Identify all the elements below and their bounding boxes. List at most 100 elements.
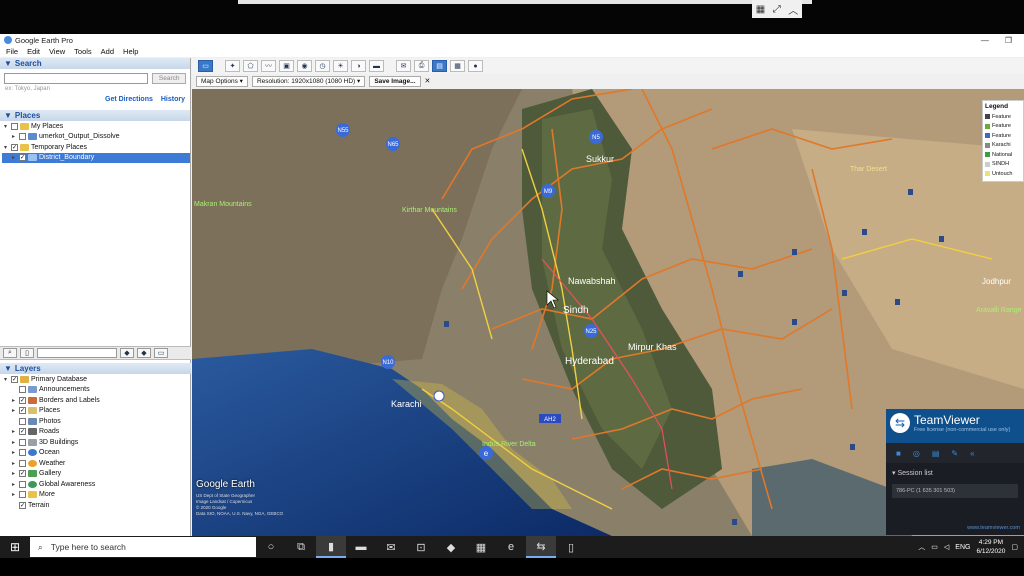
checkbox[interactable] [19,491,26,499]
layer-gallery[interactable]: ▸ ✓ Gallery [2,469,191,480]
expand-icon[interactable]: ▸ [10,428,17,435]
resolution-dropdown[interactable]: Resolution: 1920x1080 (1080 HD) ▾ [251,75,366,87]
document-icon[interactable]: ▯ [556,536,586,558]
expand-icon[interactable]: ▸ [10,154,17,161]
session-item[interactable]: 786-PC (1 635 301 503) [892,484,1018,498]
mail-icon[interactable]: ✉ [376,536,406,558]
collapse-left-icon[interactable]: « [970,449,974,458]
email-icon[interactable]: ✉ [396,60,411,72]
menu-file[interactable]: File [6,47,18,56]
headset-icon[interactable]: ◎ [913,449,920,458]
checkbox[interactable] [19,133,26,141]
move-up-icon[interactable]: ◆ [120,348,134,358]
search-places-icon[interactable]: ⌕ [3,348,17,358]
search-input[interactable] [4,73,149,84]
expand-icon[interactable]: ▸ [10,397,17,404]
notifications-icon[interactable]: ▢ [1011,543,1018,551]
move-down-icon[interactable]: ◆ [137,348,151,358]
store-icon[interactable]: ⊡ [406,536,436,558]
view-maps-icon[interactable]: ▦ [450,60,465,72]
checkbox[interactable]: ✓ [19,501,26,509]
task-view-icon[interactable]: ⧉ [286,536,316,558]
add-polygon-icon[interactable]: ⬠ [243,60,258,72]
sunlight-icon[interactable]: ☀ [333,60,348,72]
layer-roads[interactable]: ▸ ✓ Roads [2,427,191,438]
whiteboard-icon[interactable]: ✎ [951,449,958,458]
checkbox[interactable] [19,438,26,446]
expand-icon[interactable]: ▸ [10,481,17,488]
panel-toggle-icon[interactable]: ▯ [20,348,34,358]
network-icon[interactable]: ▭ [931,543,938,551]
volume-icon[interactable]: ◁ [944,543,949,551]
video-icon[interactable]: ■ [896,449,901,458]
cortana-icon[interactable]: ○ [256,536,286,558]
layer-global-awareness[interactable]: ▸ Global Awareness [2,479,191,490]
teamviewer-taskbar-icon[interactable]: ⇆ [526,536,556,558]
layer-places[interactable]: ▸ ✓ Places [2,406,191,417]
record-tour-icon[interactable]: ◉ [297,60,312,72]
earth-icon[interactable]: ● [468,60,483,72]
save-image-icon[interactable]: ▤ [432,60,447,72]
layer-borders[interactable]: ▸ ✓ Borders and Labels [2,395,191,406]
planets-icon[interactable]: ◑ [351,60,366,72]
windows-start-icon[interactable]: ⊞ [0,536,30,558]
expand-icon[interactable]: ▾ [2,376,9,383]
grid-icon[interactable]: ▦ [756,4,765,15]
search-button[interactable]: Search [152,73,186,84]
folder-add-icon[interactable]: ▭ [154,348,168,358]
checkbox[interactable]: ✓ [19,470,26,478]
menu-edit[interactable]: Edit [27,47,40,56]
app-icon-green[interactable]: ◆ [436,536,466,558]
file-app-icon[interactable]: ▮ [316,536,346,558]
clock[interactable]: 4:29 PM 6/12/2020 [976,538,1005,556]
close-icon[interactable]: ✕ [425,77,431,85]
expand-icon[interactable]: ▾ [2,144,9,151]
menu-tools[interactable]: Tools [74,47,92,56]
layer-ocean[interactable]: ▸ Ocean [2,448,191,459]
checkbox[interactable] [11,122,18,130]
tree-item-district-boundary[interactable]: ▸ ✓ District_Boundary [2,152,190,163]
layer-photos[interactable]: Photos [2,416,191,427]
add-path-icon[interactable]: 〰 [261,60,276,72]
sidebar-toggle-icon[interactable]: ▭ [198,60,213,72]
checkbox[interactable] [19,386,26,394]
tree-item-umerkot[interactable]: ▸ umerkot_Output_Dissolve [2,132,190,143]
chevron-up-icon[interactable]: ︿ [788,2,798,17]
checkbox[interactable]: ✓ [19,407,26,415]
history-link[interactable]: History [161,96,185,106]
layer-announcements[interactable]: Announcements [2,385,191,396]
search-header[interactable]: ▼ Search [0,58,190,69]
historical-imagery-icon[interactable]: ◷ [315,60,330,72]
layer-3d-buildings[interactable]: ▸ 3D Buildings [2,437,191,448]
menu-help[interactable]: Help [123,47,138,56]
checkbox[interactable]: ✓ [11,375,18,383]
chat-icon[interactable]: ▤ [932,449,940,458]
edge-icon[interactable]: e [496,536,526,558]
expand-icon[interactable]: ▸ [10,407,17,414]
checkbox[interactable]: ✓ [19,396,26,404]
add-placemark-icon[interactable]: ✦ [225,60,240,72]
layer-primary-database[interactable]: ▾ ✓ Primary Database [2,374,191,385]
tree-item-temporary-places[interactable]: ▾ ✓ Temporary Places [2,142,190,153]
expand-icon[interactable]: ▸ [10,460,17,467]
file-explorer-icon[interactable]: ▬ [346,536,376,558]
ruler-icon[interactable]: ▬ [369,60,384,72]
expand-icon[interactable]: ▸ [10,133,17,140]
menu-view[interactable]: View [49,47,65,56]
layer-terrain[interactable]: ✓ Terrain [2,500,191,511]
layers-header[interactable]: ▼ Layers [0,363,191,374]
get-directions-link[interactable]: Get Directions [105,96,153,106]
places-filter-input[interactable] [37,348,117,358]
taskbar-search-box[interactable]: ⌕ Type here to search [30,537,256,557]
checkbox[interactable] [19,449,26,457]
expand-icon[interactable]: ▾ [2,123,9,130]
expand-icon[interactable]: ▸ [10,470,17,477]
calculator-icon[interactable]: ▦ [466,536,496,558]
add-overlay-icon[interactable]: ▣ [279,60,294,72]
menu-add[interactable]: Add [101,47,114,56]
maximize-button[interactable]: ❐ [1005,36,1012,45]
checkbox[interactable]: ✓ [19,154,26,162]
teamviewer-link[interactable]: www.teamviewer.com [967,525,1020,531]
checkbox[interactable] [19,459,26,467]
minimize-button[interactable]: — [981,36,989,45]
